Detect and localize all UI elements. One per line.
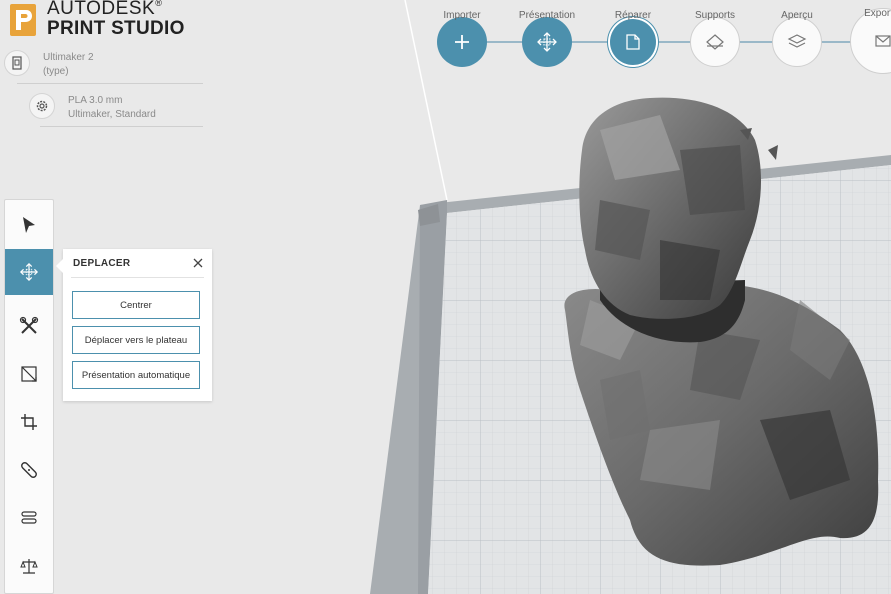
patch-icon — [21, 462, 37, 478]
balance-tool[interactable] — [5, 543, 53, 589]
print-studio-logo — [10, 4, 36, 36]
repair-tool[interactable] — [5, 303, 53, 349]
machine-subtitle: (type) — [43, 66, 69, 77]
scale-tool[interactable] — [5, 351, 53, 397]
layers-icon — [21, 511, 37, 524]
move-tool[interactable] — [5, 249, 53, 295]
select-tool[interactable] — [5, 202, 53, 248]
step-repair-label: Réparer — [614, 10, 652, 21]
plus-icon — [455, 35, 469, 49]
close-icon[interactable] — [192, 257, 204, 269]
slice-tool[interactable] — [5, 495, 53, 541]
scale-icon — [21, 366, 37, 382]
divider — [17, 83, 203, 84]
brand-product: PRINT STUDIO — [47, 18, 185, 39]
auto-layout-button[interactable]: Présentation automatique — [72, 361, 200, 389]
step-layout[interactable]: Présentation — [519, 10, 575, 67]
step-supports-label: Supports — [694, 10, 736, 21]
center-button[interactable]: Centrer — [72, 291, 200, 319]
step-preview-label: Aperçu — [781, 10, 813, 21]
gear-icon — [29, 93, 55, 119]
move-to-plate-button[interactable]: Déplacer vers le plateau — [72, 326, 200, 354]
repair-icon — [626, 34, 640, 50]
panel-title: DEPLACER — [73, 258, 131, 269]
material-subtitle: Ultimaker, Standard — [68, 109, 156, 120]
step-import[interactable]: Importer — [437, 10, 487, 67]
machine-name: Ultimaker 2 — [43, 52, 94, 63]
step-supports[interactable]: Supports — [690, 10, 740, 67]
printer-icon — [4, 50, 30, 76]
move-icon — [537, 32, 557, 52]
divider — [40, 126, 203, 127]
step-export-label: Exporter — [864, 8, 891, 19]
step-import-label: Importer — [443, 10, 481, 21]
supports-icon — [706, 34, 724, 50]
move-icon — [19, 262, 39, 282]
step-preview[interactable]: Aperçu — [772, 10, 822, 67]
left-toolbar — [4, 199, 54, 594]
tools-icon — [19, 316, 39, 334]
layers-icon — [787, 34, 807, 48]
crop-tool[interactable] — [5, 399, 53, 445]
brand-autodesk: AUTODESK — [47, 0, 156, 19]
cursor-icon — [23, 217, 35, 233]
step-repair[interactable]: Réparer — [610, 10, 656, 65]
balance-icon — [20, 559, 38, 574]
crop-icon — [21, 414, 37, 430]
move-panel: DEPLACER Centrer Déplacer vers le platea… — [56, 249, 212, 401]
step-layout-label: Présentation — [518, 10, 576, 21]
material-name: PLA 3.0 mm — [68, 95, 123, 106]
export-icon — [875, 35, 891, 47]
supports-tool[interactable] — [5, 447, 53, 493]
